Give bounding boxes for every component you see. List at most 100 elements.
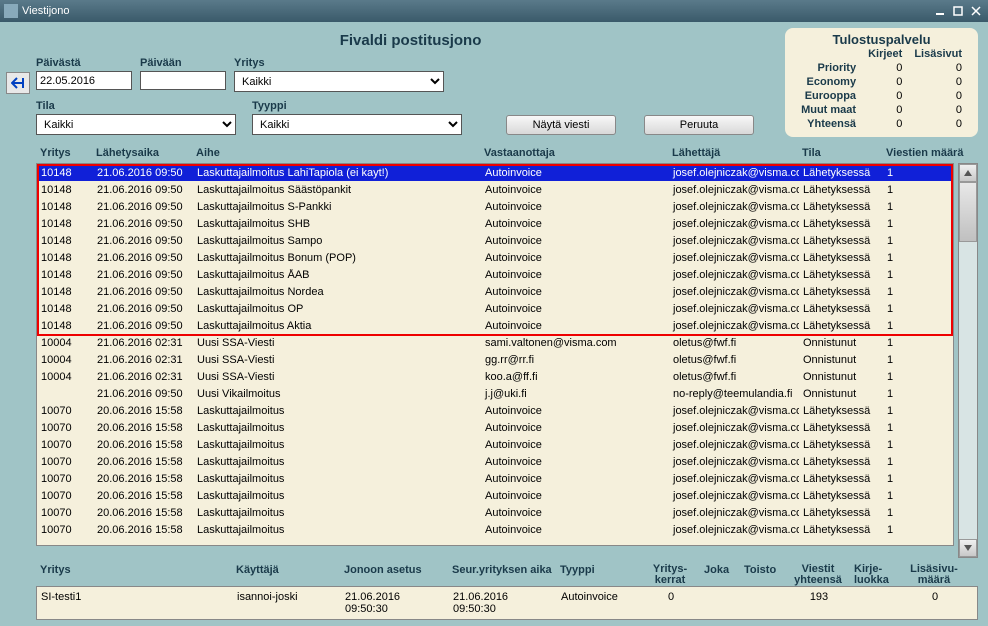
cell-lahettaja: josef.olejniczak@visma.com <box>669 167 799 179</box>
table-row[interactable]: 1014821.06.2016 09:50Laskuttajailmoitus … <box>37 198 953 215</box>
cell-vastaanottaja: Autoinvoice <box>481 490 669 502</box>
scroll-up-button[interactable] <box>959 164 977 182</box>
paivaan-input[interactable] <box>140 71 226 90</box>
cell-tila: Onnistunut <box>799 371 883 383</box>
cell-maara: 1 <box>883 524 923 536</box>
table-row[interactable]: 1007020.06.2016 15:58LaskuttajailmoitusA… <box>37 419 953 436</box>
table-row[interactable]: 1014821.06.2016 09:50Laskuttajailmoitus … <box>37 164 953 181</box>
nayta-viesti-button[interactable]: Näytä viesti <box>506 115 616 135</box>
table-row[interactable]: 1000421.06.2016 02:31Uusi SSA-Viestigg.r… <box>37 351 953 368</box>
stats-label: Muut maat <box>795 103 862 117</box>
left-toolbar <box>0 22 36 626</box>
detail-jonoon: 21.06.2016 09:50:30 <box>341 591 449 615</box>
cell-maara: 1 <box>883 303 923 315</box>
paivaan-label: Päivään <box>140 57 226 69</box>
cell-vastaanottaja: Autoinvoice <box>481 218 669 230</box>
minimize-button[interactable] <box>932 4 948 18</box>
cell-maara: 1 <box>883 218 923 230</box>
cell-aihe: Laskuttajailmoitus ÅAB <box>193 269 481 281</box>
tyyppi-select[interactable]: Kaikki <box>252 114 462 135</box>
col-tila: Tila <box>798 147 882 159</box>
cell-aika: 21.06.2016 09:50 <box>93 252 193 264</box>
col-lahetysaika: Lähetysaika <box>92 147 192 159</box>
close-button[interactable] <box>968 4 984 18</box>
cell-vastaanottaja: Autoinvoice <box>481 320 669 332</box>
table-row[interactable]: 1007020.06.2016 15:58LaskuttajailmoitusA… <box>37 402 953 419</box>
cell-vastaanottaja: Autoinvoice <box>481 303 669 315</box>
table-row[interactable]: 1007020.06.2016 15:58LaskuttajailmoitusA… <box>37 436 953 453</box>
table-row[interactable]: 1014821.06.2016 09:50Laskuttajailmoitus … <box>37 317 953 334</box>
cell-aika: 21.06.2016 09:50 <box>93 286 193 298</box>
table-row[interactable]: 1007020.06.2016 15:58LaskuttajailmoitusA… <box>37 521 953 538</box>
cell-yritys: 10070 <box>37 422 93 434</box>
table-row[interactable]: 1014821.06.2016 09:50Laskuttajailmoitus … <box>37 181 953 198</box>
cell-yritys: 10070 <box>37 524 93 536</box>
cell-vastaanottaja: Autoinvoice <box>481 439 669 451</box>
table-row[interactable]: 1007020.06.2016 15:58LaskuttajailmoitusA… <box>37 487 953 504</box>
table-row[interactable]: 1014821.06.2016 09:50Laskuttajailmoitus … <box>37 215 953 232</box>
table-row[interactable]: 1007020.06.2016 15:58LaskuttajailmoitusA… <box>37 504 953 521</box>
cell-yritys: 10148 <box>37 218 93 230</box>
yritys-select[interactable]: Kaikki <box>234 71 444 92</box>
vertical-scrollbar[interactable] <box>958 163 978 558</box>
cell-maara: 1 <box>883 184 923 196</box>
cell-yritys: 10148 <box>37 252 93 264</box>
table-row[interactable]: 1014821.06.2016 09:50Laskuttajailmoitus … <box>37 300 953 317</box>
cell-lahettaja: josef.olejniczak@visma.com <box>669 439 799 451</box>
stats-label: Eurooppa <box>795 89 862 103</box>
cell-maara: 1 <box>883 473 923 485</box>
detail-row[interactable]: SI-testi1 isannoi-joski 21.06.2016 09:50… <box>36 586 978 620</box>
table-row[interactable]: 1014821.06.2016 09:50Laskuttajailmoitus … <box>37 249 953 266</box>
cell-vastaanottaja: Autoinvoice <box>481 507 669 519</box>
table-row[interactable]: 1000421.06.2016 02:31Uusi SSA-Viestikoo.… <box>37 368 953 385</box>
cell-maara: 1 <box>883 422 923 434</box>
table-row[interactable]: 1000421.06.2016 02:31Uusi SSA-Viestisami… <box>37 334 953 351</box>
cell-vastaanottaja: gg.rr@rr.fi <box>481 354 669 366</box>
table-row[interactable]: 21.06.2016 09:50Uusi Vikailmoitusj.j@uki… <box>37 385 953 402</box>
cell-yritys: 10004 <box>37 371 93 383</box>
cell-aihe: Uusi SSA-Viesti <box>193 354 481 366</box>
cell-aika: 20.06.2016 15:58 <box>93 456 193 468</box>
table-row[interactable]: 1014821.06.2016 09:50Laskuttajailmoitus … <box>37 266 953 283</box>
cell-vastaanottaja: Autoinvoice <box>481 456 669 468</box>
cell-aika: 21.06.2016 09:50 <box>93 269 193 281</box>
cell-vastaanottaja: sami.valtonen@visma.com <box>481 337 669 349</box>
tila-select[interactable]: Kaikki <box>36 114 236 135</box>
cell-maara: 1 <box>883 354 923 366</box>
cell-tila: Lähetyksessä <box>799 456 883 468</box>
peruuta-button[interactable]: Peruuta <box>644 115 754 135</box>
table-row[interactable]: 1014821.06.2016 09:50Laskuttajailmoitus … <box>37 232 953 249</box>
cell-aihe: Uusi SSA-Viesti <box>193 371 481 383</box>
col-aihe: Aihe <box>192 147 480 159</box>
cell-aika: 21.06.2016 09:50 <box>93 320 193 332</box>
back-button[interactable] <box>6 72 30 94</box>
stats-col-lisasivut: Lisäsivut <box>908 47 968 61</box>
table-row[interactable]: 1007020.06.2016 15:58LaskuttajailmoitusA… <box>37 470 953 487</box>
cell-aika: 20.06.2016 15:58 <box>93 405 193 417</box>
cell-lahettaja: josef.olejniczak@visma.com <box>669 218 799 230</box>
cell-vastaanottaja: Autoinvoice <box>481 286 669 298</box>
cell-aihe: Laskuttajailmoitus <box>193 422 481 434</box>
paivasta-input[interactable] <box>36 71 132 90</box>
col-yritys: Yritys <box>36 147 92 159</box>
cell-maara: 1 <box>883 167 923 179</box>
stats-label: Priority <box>795 61 862 75</box>
yritys-label: Yritys <box>234 57 444 69</box>
cell-lahettaja: josef.olejniczak@visma.com <box>669 269 799 281</box>
cell-maara: 1 <box>883 388 923 400</box>
table-row[interactable]: 1014821.06.2016 09:50Laskuttajailmoitus … <box>37 283 953 300</box>
scroll-thumb[interactable] <box>959 182 977 242</box>
stats-val: 0 <box>908 117 968 131</box>
cell-aika: 21.06.2016 09:50 <box>93 218 193 230</box>
maximize-button[interactable] <box>950 4 966 18</box>
cell-aika: 21.06.2016 09:50 <box>93 184 193 196</box>
scroll-down-button[interactable] <box>959 539 977 557</box>
cell-aihe: Laskuttajailmoitus <box>193 405 481 417</box>
table-row[interactable]: 1007020.06.2016 15:58LaskuttajailmoitusA… <box>37 453 953 470</box>
cell-yritys: 10004 <box>37 337 93 349</box>
cell-maara: 1 <box>883 490 923 502</box>
stats-val: 0 <box>862 61 908 75</box>
cell-tila: Lähetyksessä <box>799 422 883 434</box>
cell-aika: 21.06.2016 09:50 <box>93 235 193 247</box>
message-table[interactable]: 1014821.06.2016 09:50Laskuttajailmoitus … <box>36 163 954 546</box>
